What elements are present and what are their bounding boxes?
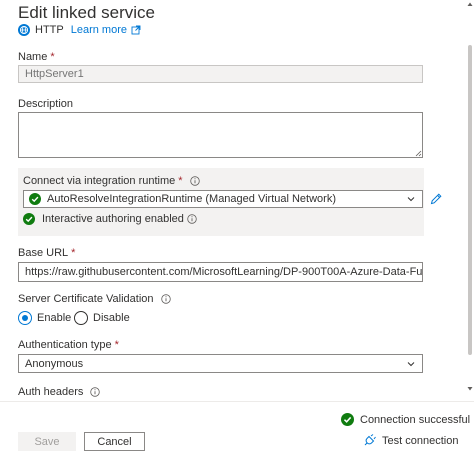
base-url-field[interactable]: https://raw.githubusercontent.com/Micros…: [18, 262, 423, 282]
runtime-dropdown[interactable]: AutoResolveIntegrationRuntime (Managed V…: [23, 190, 423, 208]
interactive-authoring-status: Interactive authoring enabled: [23, 213, 197, 225]
service-type-label: HTTP: [35, 24, 64, 36]
required-marker: *: [114, 339, 119, 351]
chevron-down-icon: [407, 197, 415, 202]
info-icon[interactable]: [90, 387, 101, 397]
check-circle-icon: [29, 193, 41, 205]
auth-headers-row: Auth headers: [18, 383, 458, 399]
name-label: Name *: [18, 51, 55, 63]
connection-status: Connection successful: [341, 413, 470, 426]
service-type-row: HTTP Learn more: [18, 24, 141, 36]
auth-headers-label: Auth headers: [18, 386, 84, 398]
cancel-button[interactable]: Cancel: [84, 432, 145, 451]
radio-selected-icon[interactable]: [18, 311, 32, 325]
cert-validation-label: Server Certificate Validation: [18, 293, 171, 305]
required-marker: *: [178, 175, 183, 187]
plug-icon: [364, 434, 376, 446]
check-circle-icon: [23, 213, 35, 225]
learn-more-label: Learn more: [70, 24, 127, 36]
save-button[interactable]: Save: [18, 432, 76, 451]
panel-title: Edit linked service: [18, 3, 156, 22]
test-connection-button[interactable]: Test connection: [363, 434, 458, 447]
auth-type-value: Anonymous: [25, 357, 84, 370]
required-marker: *: [50, 51, 55, 63]
cert-radio-enable[interactable]: Enable: [18, 311, 71, 325]
check-circle-icon: [341, 413, 354, 426]
name-field[interactable]: [18, 65, 423, 83]
base-url-label: Base URL *: [18, 247, 76, 259]
resize-handle-icon[interactable]: [414, 149, 422, 157]
info-icon[interactable]: [160, 294, 171, 304]
globe-icon: [18, 24, 30, 36]
footer-divider: [0, 401, 474, 402]
chevron-down-icon: [407, 361, 415, 366]
cert-radio-disable[interactable]: Disable: [74, 311, 130, 325]
runtime-label: Connect via integration runtime *: [23, 175, 200, 187]
edit-pencil-icon[interactable]: [429, 192, 443, 206]
radio-unselected-icon[interactable]: [74, 311, 88, 325]
runtime-value: AutoResolveIntegrationRuntime (Managed V…: [47, 193, 336, 205]
description-label: Description: [18, 98, 74, 110]
auth-type-dropdown[interactable]: Anonymous: [18, 354, 423, 373]
required-marker: *: [71, 247, 76, 259]
auth-type-label: Authentication type *: [18, 339, 119, 351]
info-icon[interactable]: [189, 176, 200, 186]
vertical-scrollbar[interactable]: [466, 0, 474, 395]
description-field[interactable]: [18, 112, 423, 158]
external-link-icon: [131, 25, 141, 35]
learn-more-link[interactable]: Learn more: [71, 24, 141, 36]
info-icon[interactable]: [187, 214, 197, 224]
